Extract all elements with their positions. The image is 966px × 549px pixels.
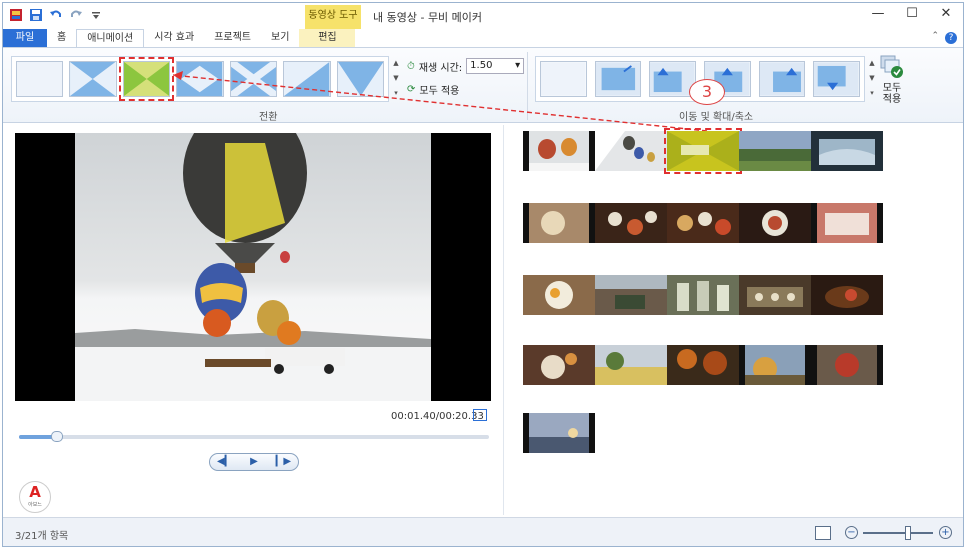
previous-frame-button[interactable]: ◀▎: [210, 454, 239, 470]
customize-qat-icon[interactable]: [89, 8, 103, 22]
storyboard-item[interactable]: [811, 131, 883, 171]
storyboard-item[interactable]: [811, 203, 883, 243]
ribbon-panel: ▲ ▼ ▾ ⏱ 재생 시간: 1.50 ▾ ⟳ 모두 적용 전환 ▲ ▼ ▾ 모두 적용 …: [3, 47, 963, 123]
playback-controls: ◀▎ ▶ ▎▶: [209, 453, 299, 471]
zoom-thumb[interactable]: [905, 526, 911, 540]
seek-thumb[interactable]: [50, 431, 63, 442]
storyboard-item[interactable]: [595, 345, 667, 385]
apply-all-transitions-button[interactable]: ⟳ 모두 적용: [407, 82, 459, 97]
transitions-gallery-scroll[interactable]: ▲ ▼ ▾: [391, 56, 401, 102]
play-button[interactable]: ▶: [239, 454, 268, 470]
preview-frame: [75, 133, 431, 401]
storyboard-row: [523, 345, 883, 387]
storyboard-row: [523, 203, 883, 245]
storyboard-item[interactable]: [667, 345, 739, 385]
storyboard-item[interactable]: [811, 345, 883, 385]
collapse-ribbon-icon[interactable]: ⌃: [931, 31, 939, 41]
storyboard-item[interactable]: [667, 203, 739, 243]
storyboard-view-icon[interactable]: [815, 526, 831, 540]
app-icon[interactable]: [9, 8, 23, 22]
storyboard-item[interactable]: [739, 345, 811, 385]
transition-cross[interactable]: [229, 61, 278, 97]
pan-zoom-down[interactable]: [813, 61, 861, 97]
zoom-in-button[interactable]: +: [939, 526, 952, 539]
storyboard-item[interactable]: [523, 131, 595, 171]
transition-wedge[interactable]: [336, 61, 384, 97]
transition-diamond[interactable]: [176, 61, 224, 97]
seek-bar[interactable]: [19, 431, 489, 442]
minimize-button[interactable]: —: [861, 3, 895, 27]
storyboard-row: [523, 275, 883, 317]
storyboard-item[interactable]: [523, 345, 595, 385]
undo-icon[interactable]: [49, 8, 63, 22]
video-preview[interactable]: [15, 133, 491, 401]
tab-visual-effects[interactable]: 시각 효과: [144, 29, 204, 47]
next-frame-button[interactable]: ▎▶: [269, 454, 298, 470]
window-title: 내 동영상 - 무비 메이커: [373, 11, 483, 24]
apply-all-pan-zoom-button[interactable]: 모두 적용: [877, 54, 907, 105]
storyboard-item[interactable]: [667, 275, 739, 315]
zoom-out-button[interactable]: −: [845, 526, 858, 539]
tab-project[interactable]: 프로젝트: [204, 29, 261, 47]
transition-none[interactable]: [16, 61, 64, 97]
apply-all-icon: ⟳: [407, 84, 416, 95]
storyboard-item[interactable]: [739, 275, 811, 315]
apply-all-pan-zoom-icon: [880, 55, 903, 78]
storyboard-item[interactable]: [523, 275, 595, 315]
transitions-group-label: 전환: [259, 112, 278, 123]
context-tab-group-label: 동영상 도구: [305, 5, 361, 29]
zoom-slider[interactable]: − +: [841, 526, 955, 540]
zoom-track: [863, 532, 933, 534]
transition-diagonal[interactable]: [283, 61, 331, 97]
transitions-gallery: [11, 56, 389, 102]
pan-zoom-up-right[interactable]: [758, 61, 806, 97]
item-count: 3/21개 항목: [15, 531, 69, 542]
storyboard-item[interactable]: [739, 203, 811, 243]
pane-divider[interactable]: [503, 125, 504, 515]
storyboard-item[interactable]: [523, 413, 595, 453]
duration-select[interactable]: 1.50 ▾: [466, 58, 525, 74]
tab-home[interactable]: 홈: [47, 29, 76, 47]
movie-maker-window: 동영상 도구 내 동영상 - 무비 메이커 — ☐ ✕ 파일 홈 애니메이션 시…: [2, 2, 964, 547]
maximize-button[interactable]: ☐: [895, 3, 929, 27]
storyboard-item-selected[interactable]: [664, 128, 742, 174]
close-button[interactable]: ✕: [929, 3, 963, 27]
window-controls: — ☐ ✕: [861, 3, 963, 27]
transition-cross-fade[interactable]: [69, 61, 117, 97]
quick-access-toolbar: [9, 8, 103, 22]
tab-edit[interactable]: 편집: [299, 29, 356, 47]
ribbon-tabs: 파일 홈 애니메이션 시각 효과 프로젝트 보기 편집: [3, 29, 963, 47]
storyboard-row: [523, 413, 595, 455]
status-bar: 3/21개 항목 − +: [3, 517, 963, 546]
pan-zoom-group-label: 이동 및 확대/축소: [679, 112, 754, 123]
storyboard-item[interactable]: [595, 131, 667, 171]
tab-animation[interactable]: 애니메이션: [76, 29, 145, 47]
group-separator: [527, 52, 528, 120]
storyboard-row: [523, 128, 883, 174]
help-icon[interactable]: ?: [945, 32, 957, 44]
tab-file[interactable]: 파일: [3, 29, 47, 47]
pan-zoom-automatic[interactable]: [594, 61, 642, 97]
redo-icon[interactable]: [69, 8, 83, 22]
storyboard: [523, 128, 943, 491]
timecode: 00:01.40/00:20.33: [391, 411, 484, 422]
tab-view[interactable]: 보기: [261, 29, 299, 47]
pan-zoom-gallery-scroll[interactable]: ▲ ▼ ▾: [867, 56, 877, 102]
save-icon[interactable]: [29, 8, 43, 22]
step-callout: 3: [689, 79, 725, 105]
clock-icon: ⏱: [407, 60, 415, 72]
fullscreen-icon[interactable]: [473, 409, 487, 421]
transition-bow-tie[interactable]: [118, 57, 175, 101]
brand-logo: A 아보느: [19, 481, 51, 513]
storyboard-item[interactable]: [523, 203, 595, 243]
storyboard-item[interactable]: [595, 203, 667, 243]
duration-label: 재생 시간:: [418, 62, 463, 74]
duration-control: ⏱ 재생 시간: 1.50 ▾: [407, 58, 525, 74]
storyboard-item[interactable]: [811, 275, 883, 315]
storyboard-item[interactable]: [739, 131, 811, 171]
title-bar: 동영상 도구 내 동영상 - 무비 메이커 — ☐ ✕: [3, 3, 963, 29]
storyboard-item[interactable]: [595, 275, 667, 315]
pan-zoom-none[interactable]: [540, 61, 587, 97]
